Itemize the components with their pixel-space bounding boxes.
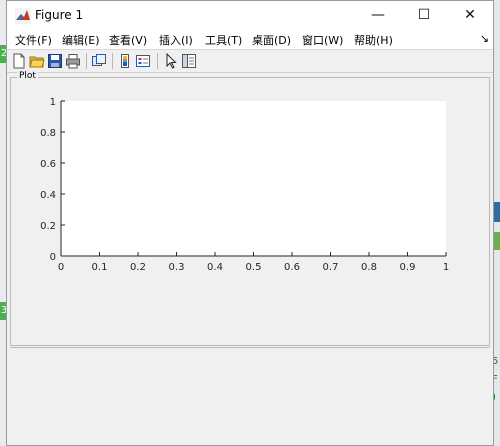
y-tick-label: 1	[50, 97, 56, 108]
menu-view[interactable]: 查看(V)	[109, 32, 147, 48]
y-tick-label: 0.4	[40, 190, 56, 201]
figure-toolbar	[7, 50, 493, 73]
open-file-icon[interactable]	[29, 53, 45, 69]
menu-tools[interactable]: 工具(T)	[205, 32, 242, 48]
x-tick-label: 0.3	[169, 262, 185, 273]
x-tick-label: 0.6	[284, 262, 300, 273]
toolbar-separator	[157, 53, 158, 69]
menu-bar: 文件(F) 编辑(E) 查看(V) 插入(I) 工具(T) 桌面(D) 窗口(W…	[7, 29, 493, 50]
close-button[interactable]: ✕	[447, 1, 493, 29]
y-tick-label: 0	[50, 252, 56, 263]
minimize-button[interactable]: —	[355, 1, 401, 29]
new-figure-icon[interactable]	[11, 53, 27, 69]
y-tick-label: 0.6	[40, 159, 56, 170]
menu-edit[interactable]: 编辑(E)	[62, 32, 100, 48]
save-icon[interactable]	[47, 53, 63, 69]
maximize-button[interactable]: ☐	[401, 1, 447, 29]
axes-background	[61, 101, 446, 256]
x-tick-label: 0.4	[207, 262, 223, 273]
plot-panel: Plot 0 0.1 0.2 0.3 0.4 0.5 0.6 0.7 0.8 0.9 1 0 0.2 0.…	[10, 71, 490, 346]
print-icon[interactable]	[65, 53, 81, 69]
x-tick-label: 0	[58, 262, 64, 273]
menu-file[interactable]: 文件(F)	[15, 32, 52, 48]
menu-insert[interactable]: 插入(I)	[159, 32, 193, 48]
matlab-logo-icon	[15, 8, 31, 24]
x-tick-label: 0.5	[246, 262, 262, 273]
figure-window: Figure 1 — ☐ ✕ 文件(F) 编辑(E) 查看(V) 插入(I) 工…	[6, 0, 494, 446]
menu-overflow-icon[interactable]: ↘	[480, 32, 489, 45]
menu-window[interactable]: 窗口(W)	[302, 32, 343, 48]
window-title: Figure 1	[35, 8, 84, 22]
toolbar-separator	[86, 53, 87, 69]
x-tick-label: 0.1	[92, 262, 108, 273]
x-tick-label: 0.7	[323, 262, 339, 273]
x-tick-label: 1	[443, 262, 449, 273]
insert-legend-icon[interactable]	[135, 53, 151, 69]
menu-help[interactable]: 帮助(H)	[354, 32, 393, 48]
insert-colorbar-icon[interactable]	[117, 53, 133, 69]
y-tick-label: 0.8	[40, 128, 56, 139]
property-inspector-icon[interactable]	[181, 53, 197, 69]
link-axes-icon[interactable]	[91, 53, 107, 69]
x-tick-label: 0.2	[130, 262, 146, 273]
x-tick-label: 0.9	[400, 262, 416, 273]
title-bar[interactable]: Figure 1 — ☐ ✕	[7, 1, 493, 29]
pointer-icon[interactable]	[163, 53, 179, 69]
plot-axes[interactable]: 0 0.1 0.2 0.3 0.4 0.5 0.6 0.7 0.8 0.9 1 0 0.2 0.4 0.6 0…	[11, 78, 489, 345]
y-tick-label: 0.2	[40, 221, 56, 232]
lower-empty-pane	[10, 347, 490, 443]
x-tick-label: 0.8	[361, 262, 377, 273]
menu-desktop[interactable]: 桌面(D)	[252, 32, 291, 48]
toolbar-separator	[112, 53, 113, 69]
